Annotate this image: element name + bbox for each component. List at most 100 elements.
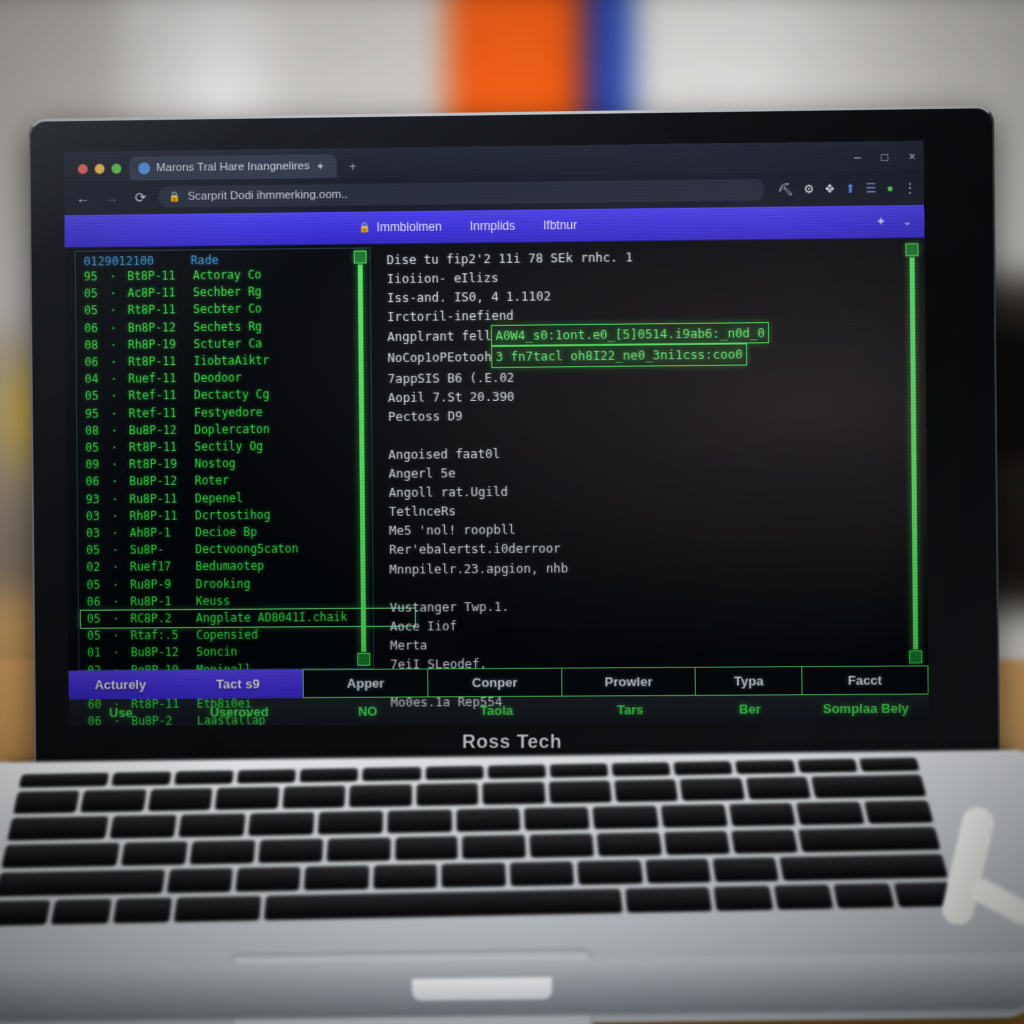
backspace-key[interactable] (811, 774, 927, 798)
key[interactable] (680, 778, 745, 801)
key[interactable] (611, 762, 671, 776)
right-scrollbar[interactable] (905, 243, 923, 664)
key[interactable] (111, 771, 172, 786)
back-button[interactable]: ← (72, 187, 94, 209)
maximize-button[interactable]: □ (881, 150, 888, 164)
key[interactable] (645, 858, 711, 884)
table-row[interactable]: 02 · Ruef17 Bedumaotep (86, 557, 366, 576)
key[interactable] (660, 804, 728, 828)
tab-key[interactable] (7, 816, 109, 841)
key[interactable] (166, 868, 233, 893)
key[interactable] (248, 812, 315, 836)
extension-toolbar[interactable]: ⛏ ⚙ ❖ ⬆ ☰ ● ⋮ (772, 181, 916, 197)
option-right-key[interactable] (713, 885, 773, 911)
table-row[interactable]: 03 · Ah8P-1 Decioe Bp (86, 523, 366, 542)
scroll-down-button[interactable] (909, 650, 923, 664)
key[interactable] (387, 809, 452, 833)
action-button-6[interactable]: Facct (801, 665, 929, 696)
traffic-lights[interactable] (70, 163, 130, 182)
reload-button[interactable]: ⟳ (129, 186, 151, 208)
key[interactable] (735, 759, 796, 774)
pin-icon[interactable]: ✦ (876, 214, 886, 228)
menu-icon[interactable]: ⋮ (904, 181, 916, 195)
left-list-rows[interactable]: 0129012100 Rade 95 · Bt8P-11 Actoray Co 05 · Ac8… (76, 248, 416, 726)
table-row[interactable]: 03 · Rh8P-11 Dcrtostihog (86, 506, 366, 525)
key[interactable] (304, 865, 369, 891)
key[interactable] (373, 864, 437, 889)
key[interactable] (326, 837, 391, 862)
key[interactable] (441, 862, 506, 888)
return-key[interactable] (798, 826, 941, 852)
key[interactable] (614, 779, 679, 802)
key[interactable] (712, 857, 780, 882)
nav-item-1[interactable]: Inrnplids (456, 210, 530, 243)
arrow-left-key[interactable] (773, 884, 834, 910)
key[interactable] (530, 833, 595, 858)
key[interactable] (235, 866, 301, 892)
gear-icon[interactable]: ⚙ (803, 182, 814, 196)
key[interactable] (577, 860, 643, 885)
action-button-5[interactable]: Typa (695, 666, 803, 696)
profile-icon[interactable]: ● (886, 181, 893, 195)
button-bar[interactable]: Acturely Tact s9 Apper Conper Prowler Typa Fac… (68, 665, 929, 700)
key[interactable] (509, 861, 574, 886)
key[interactable] (864, 800, 934, 824)
new-tab-button[interactable]: + (349, 159, 357, 174)
shift-right-key[interactable] (780, 854, 948, 881)
table-row[interactable]: 05 · Rtaf:.5 Copensied (87, 626, 367, 645)
upload-icon[interactable]: ⬆ (845, 182, 855, 196)
scroll-down-button[interactable] (357, 653, 371, 667)
scroll-up-button[interactable] (905, 243, 919, 257)
bookmark-icon[interactable]: ☰ (865, 181, 876, 195)
key[interactable] (121, 841, 188, 866)
key[interactable] (597, 832, 663, 856)
option-key[interactable] (112, 897, 173, 923)
key[interactable] (362, 766, 421, 781)
key[interactable] (109, 814, 177, 839)
key[interactable] (282, 785, 346, 809)
action-button-2[interactable]: Apper (302, 668, 429, 698)
key[interactable] (258, 838, 323, 863)
key[interactable] (797, 758, 858, 773)
table-row[interactable]: 05 · Su8P- Dectvoong5caton (86, 540, 366, 559)
key[interactable] (487, 764, 546, 779)
action-button-1[interactable]: Tact s9 (171, 669, 304, 699)
table-row[interactable]: 06 · Ru8P-1 Keuss (87, 592, 367, 611)
scroll-up-button[interactable] (353, 250, 367, 264)
key[interactable] (796, 801, 865, 825)
forward-button[interactable]: → (101, 187, 123, 209)
key[interactable] (664, 830, 730, 855)
key[interactable] (745, 776, 811, 800)
window-controls[interactable]: – □ × (854, 150, 916, 165)
chevron-down-icon[interactable]: ⌄ (902, 214, 912, 228)
nav-item-0[interactable]: 🔒 Immblolmen (345, 210, 456, 243)
key[interactable] (416, 783, 479, 806)
action-button-3[interactable]: Conper (427, 667, 563, 698)
action-button-0[interactable]: Acturely (68, 670, 173, 700)
scroll-thumb[interactable] (909, 257, 919, 650)
minimize-button[interactable]: – (854, 150, 861, 164)
highlighted-text[interactable]: 3 fn7tacl oh8I22_ne0_3ni1css:coo0 (491, 343, 747, 368)
browser-tab[interactable]: Marons Tral Hare Inangnelires ✦ (129, 153, 337, 181)
key[interactable] (237, 769, 297, 784)
key[interactable] (148, 788, 213, 811)
key[interactable] (13, 790, 80, 814)
zoom-traffic-light[interactable] (111, 163, 122, 174)
key[interactable] (592, 805, 659, 829)
close-traffic-light[interactable] (77, 164, 88, 175)
space-key[interactable] (264, 888, 623, 920)
key[interactable] (548, 780, 612, 804)
action-button-4[interactable]: Prowler (560, 667, 697, 697)
pin-icon[interactable]: ✦ (316, 160, 325, 173)
key[interactable] (425, 765, 484, 780)
key[interactable] (859, 757, 920, 772)
key[interactable] (462, 834, 527, 859)
shift-key[interactable] (0, 869, 165, 897)
key[interactable] (482, 781, 545, 805)
command-right-key[interactable] (625, 887, 712, 913)
key[interactable] (673, 761, 733, 775)
key[interactable] (731, 829, 798, 854)
address-bar[interactable]: 🔒 Scarprit Dodi ihmmerking.oom.. (158, 178, 765, 209)
caps-lock-key[interactable] (1, 842, 120, 868)
key[interactable] (189, 840, 255, 865)
